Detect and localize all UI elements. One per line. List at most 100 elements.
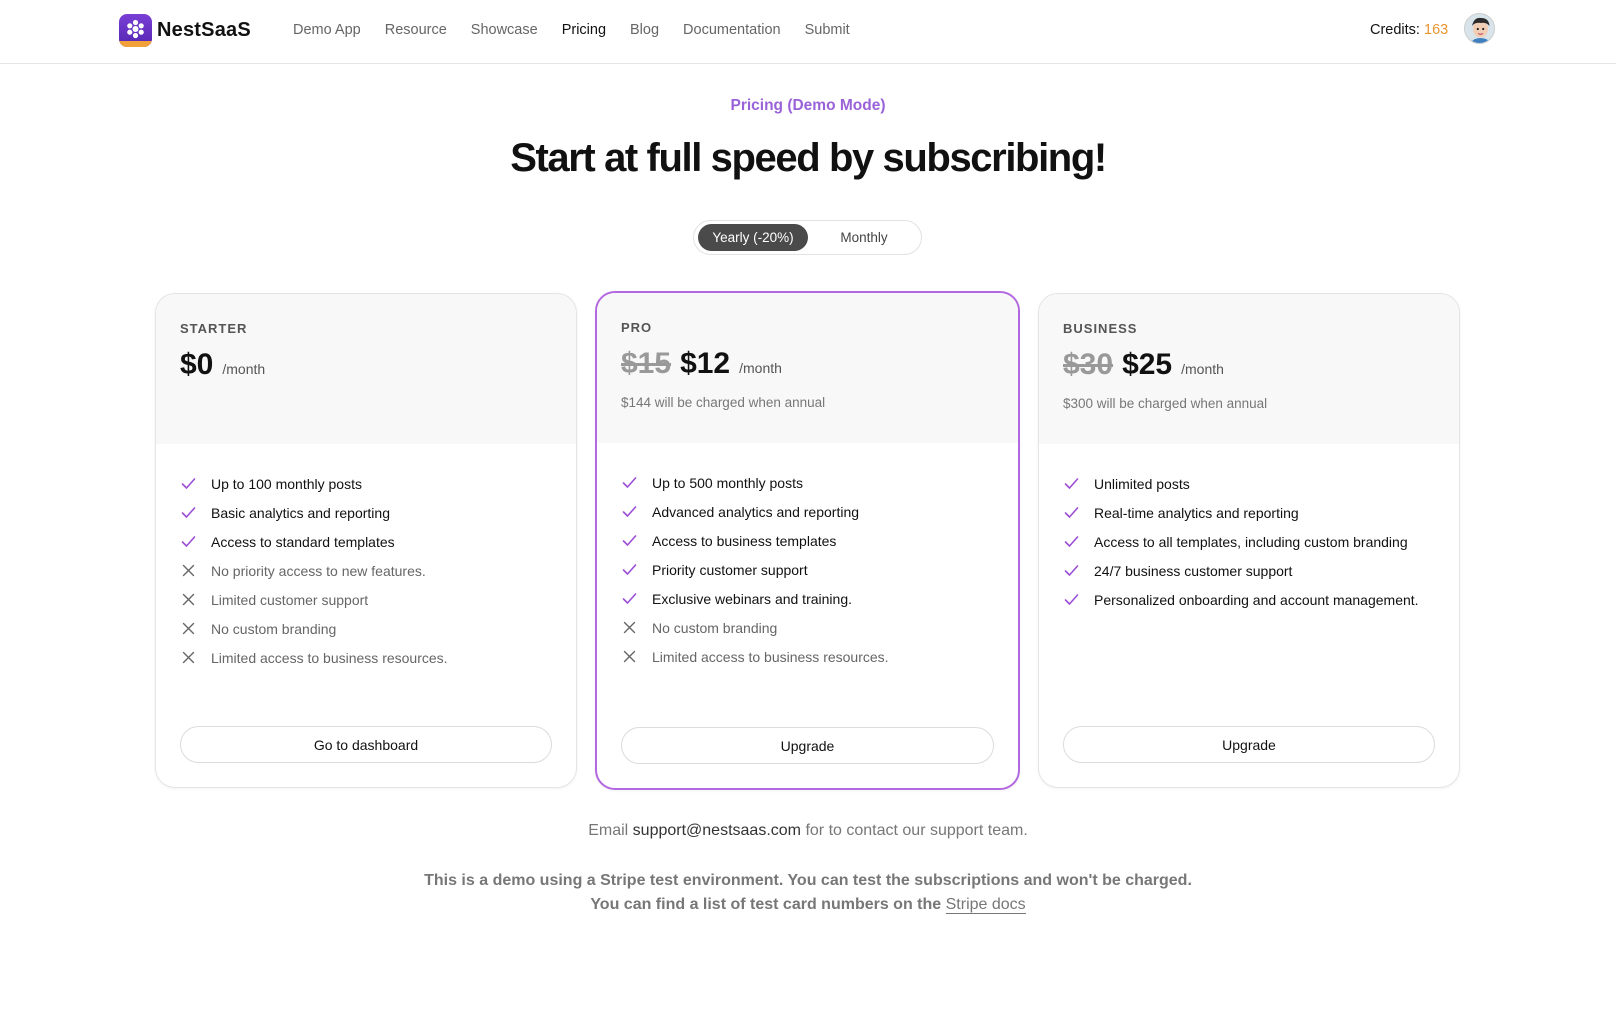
feature-text: Access to standard templates — [211, 533, 395, 550]
annual-charge-note: $144 will be charged when annual — [621, 395, 826, 410]
upgrade-pro-button[interactable]: Upgrade — [621, 727, 994, 764]
nav-pricing[interactable]: Pricing — [562, 22, 606, 38]
feature-item: Access to standard templates — [180, 527, 448, 556]
check-icon — [621, 590, 638, 607]
feature-item: No custom branding — [180, 614, 448, 643]
stripe-docs-link[interactable]: Stripe docs — [945, 896, 1026, 914]
annual-charge-note: $300 will be charged when annual — [1063, 396, 1268, 411]
logo[interactable]: NestSaaS — [119, 14, 251, 47]
plan-name: STARTER — [180, 321, 248, 336]
check-icon — [1063, 475, 1080, 492]
plan-card-starter: STARTER $0 /month Up to 100 monthly post… — [155, 293, 577, 788]
feature-item: Exclusive webinars and training. — [621, 584, 889, 613]
top-navbar: NestSaaS Demo App Resource Showcase Pric… — [0, 0, 1616, 64]
contact-prefix: Email — [588, 822, 629, 839]
feature-text: Access to business templates — [652, 532, 837, 549]
check-icon — [621, 503, 638, 520]
pricing-eyebrow: Pricing (Demo Mode) — [730, 97, 886, 114]
check-icon — [180, 504, 197, 521]
feature-item: Limited customer support — [180, 585, 448, 614]
feature-item: Priority customer support — [621, 555, 889, 584]
check-icon — [621, 532, 638, 549]
feature-text: No custom branding — [652, 619, 778, 636]
demo-notice: This is a demo using a Stripe test envir… — [0, 869, 1616, 917]
x-icon — [180, 620, 197, 637]
nav-demo-app[interactable]: Demo App — [293, 22, 361, 38]
feature-text: Limited access to business resources. — [211, 649, 448, 666]
feature-item: Real-time analytics and reporting — [1063, 498, 1419, 527]
feature-item: Unlimited posts — [1063, 469, 1419, 498]
plan-name: PRO — [621, 320, 653, 335]
demo-notice-line1: This is a demo using a Stripe test envir… — [424, 872, 1192, 889]
check-icon — [1063, 504, 1080, 521]
plan-name: BUSINESS — [1063, 321, 1138, 336]
support-email-link[interactable]: support@nestsaas.com — [633, 822, 801, 839]
credits-label: Credits: — [1370, 22, 1420, 38]
contact-suffix: for to contact our support team. — [805, 822, 1028, 839]
nav-documentation[interactable]: Documentation — [683, 22, 781, 38]
feature-text: Limited customer support — [211, 591, 369, 608]
nav-submit[interactable]: Submit — [805, 22, 850, 38]
feature-text: Up to 100 monthly posts — [211, 475, 362, 492]
feature-text: No priority access to new features. — [211, 562, 426, 579]
feature-text: Limited access to business resources. — [652, 648, 889, 665]
feature-text: Advanced analytics and reporting — [652, 503, 860, 520]
feature-item: 24/7 business customer support — [1063, 556, 1419, 585]
feature-list: Unlimited posts Real-time analytics and r… — [1063, 469, 1419, 614]
nav-showcase[interactable]: Showcase — [471, 22, 538, 38]
original-price: $30 — [1063, 348, 1114, 381]
support-contact: Email support@nestsaas.com for to contac… — [0, 822, 1616, 840]
price-row: $15 $12 /month — [621, 347, 782, 381]
original-price: $15 — [621, 347, 672, 380]
credits-display: Credits: 163 — [1370, 22, 1448, 38]
check-icon — [180, 475, 197, 492]
feature-text: Unlimited posts — [1094, 475, 1190, 492]
feature-list: Up to 100 monthly posts Basic analytics a… — [180, 469, 448, 672]
price-period: /month — [1181, 361, 1224, 377]
feature-item: Access to all templates, including custo… — [1063, 527, 1419, 556]
credits-value: 163 — [1424, 22, 1449, 38]
plan-price: $12 — [680, 347, 731, 380]
billing-toggle: Yearly (-20%) Monthly — [693, 220, 922, 255]
feature-item: Access to business templates — [621, 526, 889, 555]
billing-yearly-option[interactable]: Yearly (-20%) — [698, 224, 808, 251]
feature-item: No custom branding — [621, 613, 889, 642]
x-icon — [621, 619, 638, 636]
feature-item: Up to 500 monthly posts — [621, 468, 889, 497]
check-icon — [621, 561, 638, 578]
plan-card-pro: PRO $15 $12 /month $144 will be charged … — [595, 291, 1020, 790]
x-icon — [180, 591, 197, 608]
logo-icon — [119, 14, 152, 47]
feature-item: Basic analytics and reporting — [180, 498, 448, 527]
feature-item: Personalized onboarding and account mana… — [1063, 585, 1419, 614]
billing-monthly-option[interactable]: Monthly — [810, 224, 918, 251]
page-title: Start at full speed by subscribing! — [510, 136, 1107, 180]
feature-item: Limited access to business resources. — [180, 643, 448, 672]
x-icon — [180, 562, 197, 579]
user-avatar[interactable] — [1464, 13, 1495, 44]
check-icon — [180, 533, 197, 550]
feature-item: Up to 100 monthly posts — [180, 469, 448, 498]
price-period: /month — [222, 361, 266, 377]
nav-blog[interactable]: Blog — [630, 22, 659, 38]
upgrade-business-button[interactable]: Upgrade — [1063, 726, 1435, 763]
check-icon — [1063, 562, 1080, 579]
price-row: $0 /month — [180, 348, 265, 382]
feature-text: Basic analytics and reporting — [211, 504, 390, 521]
feature-text: Priority customer support — [652, 561, 808, 578]
main-nav: Demo App Resource Showcase Pricing Blog … — [293, 22, 874, 38]
feature-text: Exclusive webinars and training. — [652, 590, 852, 607]
feature-text: Up to 500 monthly posts — [652, 474, 803, 491]
feature-text: Personalized onboarding and account mana… — [1094, 591, 1419, 608]
price-row: $30 $25 /month — [1063, 348, 1224, 382]
feature-text: Access to all templates, including custo… — [1094, 533, 1408, 550]
nav-resource[interactable]: Resource — [385, 22, 447, 38]
logo-text: NestSaaS — [157, 19, 251, 41]
x-icon — [180, 649, 197, 666]
feature-text: No custom branding — [211, 620, 337, 637]
feature-item: No priority access to new features. — [180, 556, 448, 585]
feature-list: Up to 500 monthly posts Advanced analytic… — [621, 468, 889, 671]
feature-text: 24/7 business customer support — [1094, 562, 1293, 579]
plan-card-business: BUSINESS $30 $25 /month $300 will be cha… — [1038, 293, 1460, 788]
go-to-dashboard-button[interactable]: Go to dashboard — [180, 726, 552, 763]
